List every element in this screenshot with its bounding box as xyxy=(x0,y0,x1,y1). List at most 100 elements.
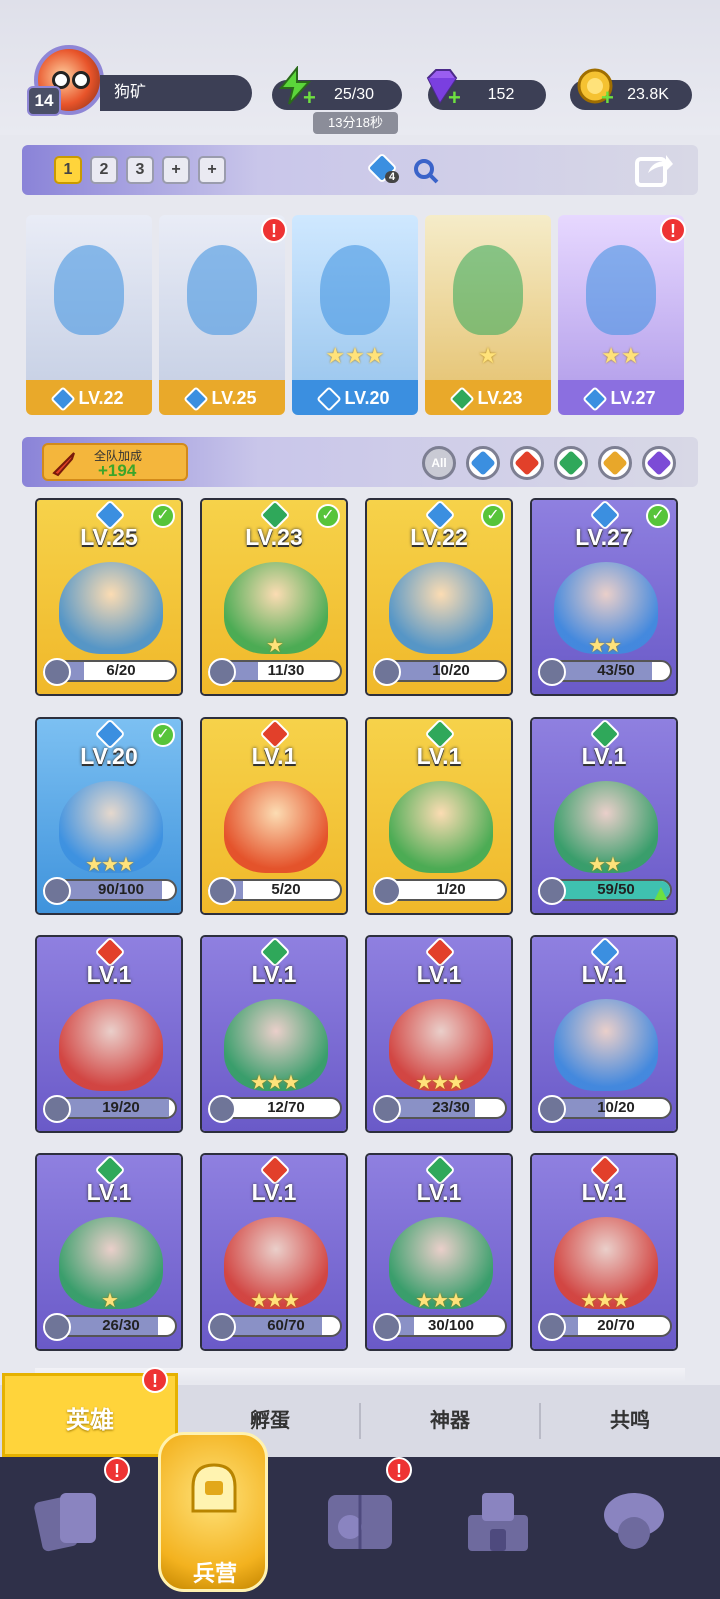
team-add-slot-5[interactable]: + xyxy=(198,156,226,184)
gem-plus-icon[interactable]: + xyxy=(448,85,461,111)
cards-icon[interactable] xyxy=(30,1481,110,1561)
hero-stars: ★★ xyxy=(601,343,641,368)
hero-card[interactable]: LV.1 ★★★ 20/70 xyxy=(530,1153,678,1351)
team-selector-bar: 1 2 3 + + 4 xyxy=(22,145,698,195)
filter-light-button[interactable] xyxy=(598,446,632,480)
shard-icon xyxy=(373,1095,401,1123)
energy-timer: 13分18秒 xyxy=(313,112,398,134)
hero-alert-icon: ! xyxy=(660,217,686,243)
tab-artifact[interactable]: 神器 xyxy=(360,1385,540,1457)
hero-card[interactable]: LV.25 6/20 ✓ xyxy=(35,498,183,696)
hero-card[interactable]: LV.1 ★★ 59/50 ▲ xyxy=(530,717,678,915)
guild-icon[interactable] xyxy=(594,1481,674,1561)
hero-level: LV.1 xyxy=(251,961,297,987)
hero-art xyxy=(59,999,163,1091)
filter-dark-button[interactable] xyxy=(642,446,676,480)
shard-progress-text: 5/20 xyxy=(271,881,301,898)
map-alert-icon: ! xyxy=(386,1457,412,1483)
shard-icon xyxy=(43,1313,71,1341)
hero-level: LV.1 xyxy=(581,1179,627,1205)
fire-icon xyxy=(514,450,540,476)
team-slot-2[interactable]: 2 xyxy=(90,156,118,184)
map-book-icon[interactable] xyxy=(320,1481,400,1561)
hero-level: LV.23 xyxy=(425,386,551,412)
hero-level: LV.1 xyxy=(86,1179,132,1205)
hero-level: LV.1 xyxy=(416,1179,462,1205)
lineup-hero-card[interactable]: ★ LV.23 xyxy=(425,215,551,415)
hero-level: LV.22 xyxy=(26,386,152,412)
filter-water-button[interactable] xyxy=(466,446,500,480)
dark-icon xyxy=(646,450,672,476)
shard-icon xyxy=(208,1313,236,1341)
tab-heroes-alert-icon: ! xyxy=(142,1367,168,1393)
hero-card[interactable]: LV.1 1/20 xyxy=(365,717,513,915)
hero-stars: ★★★ xyxy=(250,1290,300,1312)
barracks-icon xyxy=(191,1463,237,1513)
team-add-slot-4[interactable]: + xyxy=(162,156,190,184)
hero-card[interactable]: LV.1 ★★★ 12/70 xyxy=(200,935,348,1133)
magnifier-icon[interactable] xyxy=(412,157,440,185)
shard-icon xyxy=(538,658,566,686)
hero-stars: ★★★ xyxy=(85,854,135,876)
shard-progress-text: 20/70 xyxy=(597,1317,635,1334)
tab-resonance[interactable]: 共鸣 xyxy=(540,1385,720,1457)
hero-stars: ★★ xyxy=(588,854,622,876)
hero-card[interactable]: LV.20 ★★★ 90/100 ✓ xyxy=(35,717,183,915)
hero-level: LV.1 xyxy=(581,961,627,987)
hero-level: LV.1 xyxy=(251,1179,297,1205)
hero-level: LV.25 xyxy=(159,386,285,412)
hero-level-text: LV.20 xyxy=(344,388,390,408)
hero-art xyxy=(389,781,493,873)
hero-level: LV.27 xyxy=(558,386,684,412)
hero-level: LV.20 xyxy=(80,743,138,769)
filter-wind-button[interactable] xyxy=(554,446,588,480)
hero-card[interactable]: LV.27 ★★ 43/50 ✓ xyxy=(530,498,678,696)
player-name[interactable]: 狗矿 xyxy=(100,75,252,111)
hero-card[interactable]: LV.1 ★ 26/30 xyxy=(35,1153,183,1351)
team-slot-1[interactable]: 1 xyxy=(54,156,82,184)
share-icon[interactable] xyxy=(634,151,674,189)
check-icon: ✓ xyxy=(316,504,340,528)
lineup-hero-card[interactable]: ★★★ LV.20 xyxy=(292,215,418,415)
upgrade-arrow-icon[interactable]: ▲ xyxy=(650,882,672,905)
hero-stars: ★ xyxy=(101,1290,119,1312)
lineup-hero-card[interactable]: LV.22 xyxy=(26,215,152,415)
water-icon xyxy=(183,386,210,412)
lineup-hero-card[interactable]: LV.25 xyxy=(159,215,285,415)
gold-plus-icon[interactable]: + xyxy=(601,85,614,111)
lineup-hero-card[interactable]: ★★ LV.27 xyxy=(558,215,684,415)
energy-plus-icon[interactable]: + xyxy=(303,85,316,111)
filter-fire-button[interactable] xyxy=(510,446,544,480)
hero-stars: ★★★ xyxy=(325,343,385,368)
hero-level: LV.20 xyxy=(292,386,418,412)
hero-card[interactable]: LV.1 ★★★ 23/30 xyxy=(365,935,513,1133)
shard-progress-text: 1/20 xyxy=(436,881,466,898)
hero-card[interactable]: LV.22 10/20 ✓ xyxy=(365,498,513,696)
shard-progress-text: 10/20 xyxy=(597,1099,635,1116)
shard-icon xyxy=(538,877,566,905)
hero-card[interactable]: LV.23 ★ 11/30 ✓ xyxy=(200,498,348,696)
hero-card[interactable]: LV.1 ★★★ 60/70 xyxy=(200,1153,348,1351)
water-icon xyxy=(470,450,496,476)
hero-card[interactable]: LV.1 10/20 xyxy=(530,935,678,1133)
hero-art xyxy=(224,781,328,873)
shard-progress-text: 11/30 xyxy=(267,662,305,679)
shard-icon xyxy=(538,1095,566,1123)
wind-icon xyxy=(449,386,476,412)
shard-progress-text: 90/100 xyxy=(98,881,144,898)
hero-card[interactable]: LV.1 ★★★ 30/100 xyxy=(365,1153,513,1351)
hero-card[interactable]: LV.1 5/20 xyxy=(200,717,348,915)
sub-tab-bar: 英雄 ! 孵蛋 神器 共鸣 xyxy=(0,1367,720,1457)
shard-progress-text: 60/70 xyxy=(267,1317,305,1334)
hero-stars: ★ xyxy=(478,343,498,368)
bottom-nav: ! ! xyxy=(0,1457,720,1599)
hero-art xyxy=(554,999,658,1091)
hero-level: LV.25 xyxy=(80,524,138,550)
filter-all-button[interactable]: All xyxy=(422,446,456,480)
team-bonus-badge[interactable]: 全队加成 +194 xyxy=(42,443,188,481)
hero-card[interactable]: LV.1 19/20 xyxy=(35,935,183,1133)
team-slot-3[interactable]: 3 xyxy=(126,156,154,184)
castle-icon[interactable] xyxy=(458,1481,538,1561)
gem-value: 152 xyxy=(487,86,515,103)
hero-level: LV.1 xyxy=(581,743,627,769)
